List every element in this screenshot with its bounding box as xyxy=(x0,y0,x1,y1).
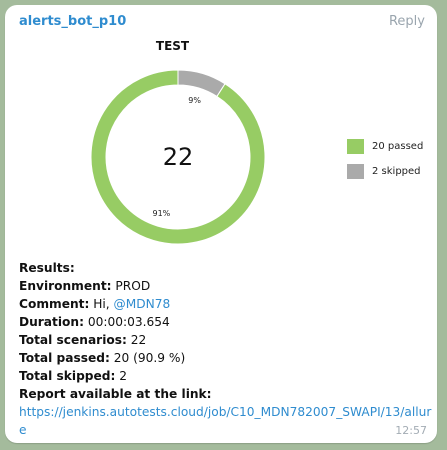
environment-label: Environment: xyxy=(19,279,112,293)
chart-center-label: 22 xyxy=(163,143,194,171)
message-time: 12:57 xyxy=(395,424,427,437)
total-skipped-value: 2 xyxy=(119,369,128,383)
legend-item[interactable]: 20 passed xyxy=(347,136,423,156)
comment-value: Hi, xyxy=(93,297,110,311)
mention-link[interactable]: @MDN78 xyxy=(114,297,171,311)
message-bubble: alerts_bot_p10 Reply TEST 22 9% 91% 20 pa… xyxy=(5,5,437,443)
legend-swatch xyxy=(347,138,364,154)
legend-label: 2 skipped xyxy=(372,165,421,177)
total-skipped-label: Total skipped: xyxy=(19,369,116,383)
comment-label: Comment: xyxy=(19,297,90,311)
legend-label: 20 passed xyxy=(372,140,424,152)
results-heading: Results: xyxy=(19,261,75,275)
report-chart[interactable]: TEST 22 9% 91% 20 passed 2 skipped xyxy=(5,33,437,253)
duration-value: 00:00:03.654 xyxy=(87,315,170,329)
slice-percent-label: 9% xyxy=(188,96,201,105)
legend-swatch xyxy=(347,163,364,179)
donut-slice-skipped[interactable] xyxy=(177,69,226,98)
report-link[interactable]: https://jenkins.autotests.cloud/job/C10_… xyxy=(19,405,431,437)
total-passed-label: Total passed: xyxy=(19,351,110,365)
total-scenarios-value: 22 xyxy=(130,333,147,347)
slice-percent-label: 91% xyxy=(152,209,170,218)
results-text: Results: Environment: PROD Comment: Hi, … xyxy=(19,259,433,439)
chart-legend: 20 passed 2 skipped xyxy=(347,136,423,186)
total-passed-value: 20 (90.9 %) xyxy=(113,351,186,365)
sender-name[interactable]: alerts_bot_p10 xyxy=(19,14,126,29)
reply-button[interactable]: Reply xyxy=(389,14,425,29)
report-label: Report available at the link: xyxy=(19,387,212,401)
duration-label: Duration: xyxy=(19,315,84,329)
total-scenarios-label: Total scenarios: xyxy=(19,333,127,347)
legend-item[interactable]: 2 skipped xyxy=(347,161,423,181)
environment-value: PROD xyxy=(115,279,151,293)
